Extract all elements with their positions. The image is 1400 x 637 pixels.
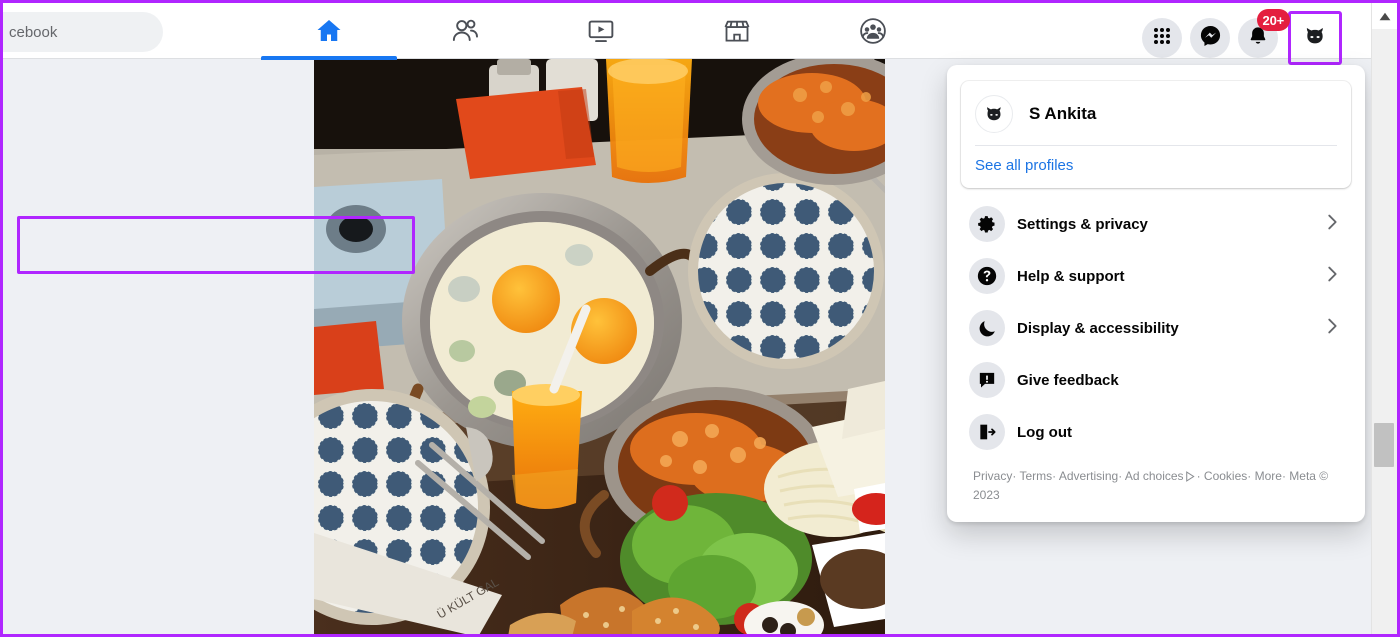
footer-link-privacy[interactable]: Privacy bbox=[973, 469, 1012, 483]
logout-icon bbox=[969, 414, 1005, 450]
active-tab-indicator bbox=[261, 56, 397, 60]
batman-avatar-icon bbox=[975, 95, 1013, 133]
account-avatar-button[interactable] bbox=[1295, 18, 1335, 58]
nav-tab-groups[interactable] bbox=[805, 3, 941, 59]
footer-link-terms[interactable]: Terms bbox=[1019, 469, 1052, 483]
search-input[interactable]: cebook bbox=[3, 12, 163, 52]
browser-scrollbar[interactable] bbox=[1371, 3, 1397, 634]
marketplace-icon bbox=[722, 16, 752, 46]
question-icon bbox=[969, 258, 1005, 294]
menu-item-label: Settings & privacy bbox=[1017, 215, 1148, 233]
footer-link-cookies[interactable]: Cookies bbox=[1204, 469, 1247, 483]
chevron-right-icon bbox=[1321, 211, 1343, 238]
profile-name: S Ankita bbox=[1029, 104, 1097, 123]
notifications-badge: 20+ bbox=[1256, 9, 1290, 31]
menu-item-give-feedback[interactable]: Give feedback bbox=[955, 354, 1357, 406]
menu-item-settings[interactable]: Settings & privacy bbox=[955, 198, 1357, 250]
messenger-icon bbox=[1199, 24, 1222, 52]
menu-item-label: Log out bbox=[1017, 423, 1072, 441]
footer-separator: · bbox=[1052, 469, 1057, 483]
nav-tab-friends[interactable] bbox=[397, 3, 533, 59]
grid-menu-icon bbox=[1152, 26, 1172, 51]
browser-viewport: cebook 20+ Ü KÜLT GAL S Ankita See all p… bbox=[0, 0, 1400, 637]
footer-separator: · bbox=[1196, 469, 1201, 483]
watch-video-icon bbox=[586, 16, 616, 46]
menu-item-label: Help & support bbox=[1017, 267, 1125, 285]
groups-icon bbox=[858, 16, 888, 46]
nav-tab-watch[interactable] bbox=[533, 3, 669, 59]
footer-separator: · bbox=[1281, 469, 1286, 483]
friends-icon bbox=[450, 16, 480, 46]
footer-separator: · bbox=[1012, 469, 1017, 483]
nav-tab-marketplace[interactable] bbox=[669, 3, 805, 59]
footer-link-advertising[interactable]: Advertising bbox=[1059, 469, 1118, 483]
account-dropdown-menu: S Ankita See all profiles Settings & pri… bbox=[947, 65, 1365, 522]
menu-item-label: Display & accessibility bbox=[1017, 319, 1179, 337]
search-input-value: cebook bbox=[9, 23, 58, 41]
footer-link-more[interactable]: More bbox=[1255, 469, 1282, 483]
footer-link-ad-choices[interactable]: Ad choices bbox=[1125, 469, 1184, 483]
ad-choices-icon bbox=[1185, 470, 1196, 487]
chevron-right-icon bbox=[1321, 263, 1343, 290]
profile-card: S Ankita See all profiles bbox=[961, 81, 1351, 188]
facebook-top-navbar: cebook 20+ bbox=[3, 3, 1374, 65]
home-icon bbox=[314, 16, 344, 46]
menu-item-display-accessibility[interactable]: Display & accessibility bbox=[955, 302, 1357, 354]
menu-item-log-out[interactable]: Log out bbox=[955, 406, 1357, 458]
footer-separator: · bbox=[1247, 469, 1252, 483]
scrollbar-thumb[interactable] bbox=[1374, 423, 1394, 467]
messenger-button[interactable] bbox=[1190, 18, 1230, 58]
see-all-profiles-link[interactable]: See all profiles bbox=[973, 146, 1339, 182]
photo-artwork: A N A T bbox=[314, 59, 885, 634]
account-avatar-highlight-box bbox=[1288, 11, 1342, 65]
menu-footer-links: Privacy· Terms· Advertising· Ad choices ·… bbox=[955, 458, 1357, 514]
scroll-up-arrow-icon[interactable] bbox=[1372, 3, 1397, 29]
footer-separator: · bbox=[1118, 469, 1123, 483]
notifications-button[interactable]: 20+ bbox=[1238, 9, 1290, 58]
profile-row[interactable]: S Ankita bbox=[973, 91, 1339, 145]
menu-item-label: Give feedback bbox=[1017, 371, 1119, 389]
chevron-right-icon bbox=[1321, 315, 1343, 342]
menu-item-help-support[interactable]: Help & support bbox=[955, 250, 1357, 302]
account-avatar-icon bbox=[1302, 23, 1328, 54]
gear-icon bbox=[969, 206, 1005, 242]
nav-tab-home[interactable] bbox=[261, 3, 397, 60]
moon-icon bbox=[969, 310, 1005, 346]
primary-nav-tabs bbox=[261, 3, 941, 60]
navbar-action-icons: 20+ bbox=[1142, 9, 1342, 65]
grid-menu-button[interactable] bbox=[1142, 18, 1182, 58]
feed-post-photo[interactable]: A N A T bbox=[314, 59, 885, 634]
feedback-icon bbox=[969, 362, 1005, 398]
